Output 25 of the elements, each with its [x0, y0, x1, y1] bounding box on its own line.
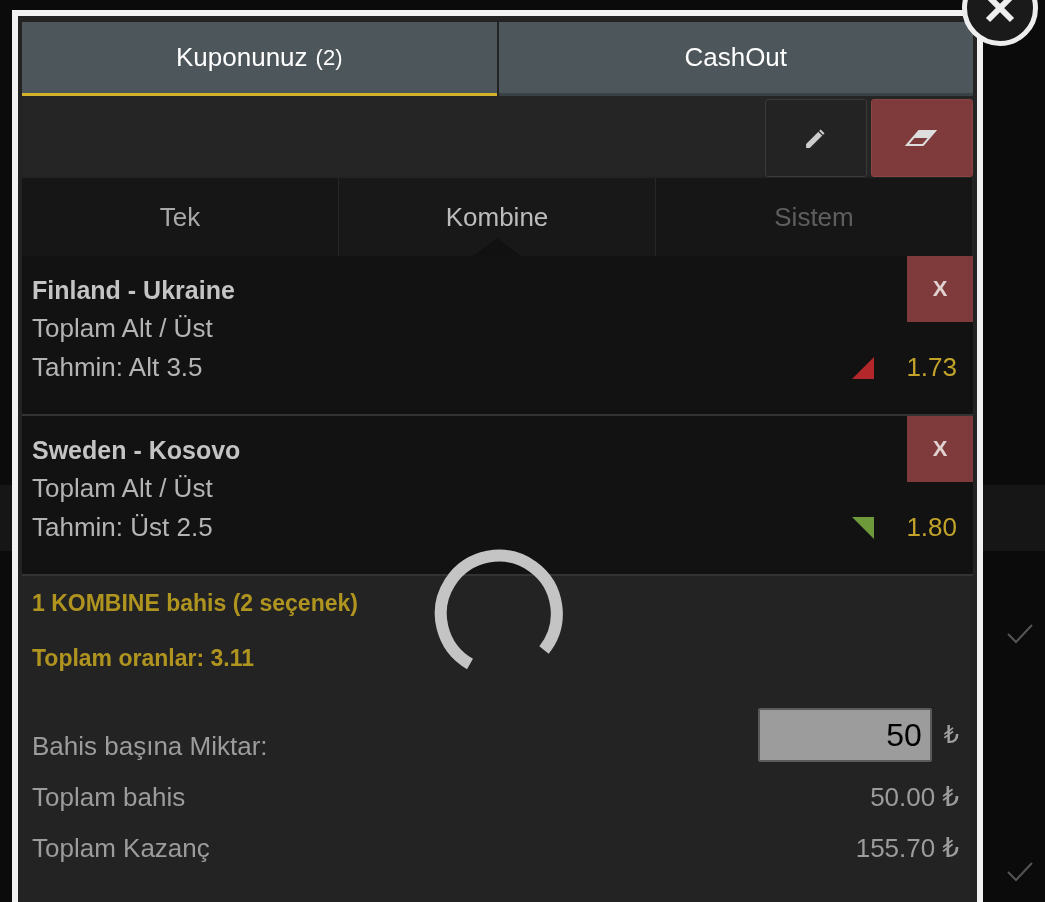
coupon-tab[interactable]: CashOut — [498, 22, 973, 96]
check-icon — [1005, 860, 1035, 884]
stake-input[interactable]: 50 — [757, 708, 932, 762]
market-name: Toplam Alt / Üst — [32, 313, 213, 344]
remove-button[interactable]: X — [907, 256, 973, 322]
total-odds: Toplam oranlar: 3.11 — [32, 645, 254, 672]
bet-summary: 1 KOMBINE bahis (2 seçenek) — [32, 590, 358, 617]
summary-label: Toplam Kazanç — [32, 833, 210, 864]
summary-value: 50.00 ₺ — [870, 782, 959, 813]
currency-symbol: ₺ — [943, 721, 959, 749]
stake-label: Bahis başına Miktar: — [32, 731, 268, 762]
remove-button[interactable]: X — [907, 416, 973, 482]
eraser-icon — [905, 127, 939, 149]
check-icon — [1005, 622, 1035, 646]
prediction-text: Tahmin: Alt 3.5 — [32, 352, 203, 383]
summary-label: Toplam bahis — [32, 782, 186, 813]
match-name: Finland - Ukraine — [32, 276, 235, 305]
coupon-tab[interactable]: Kuponunuz (2) — [22, 22, 497, 96]
odds-value: 1.80 — [906, 512, 957, 543]
clear-button[interactable] — [871, 99, 973, 177]
match-name: Sweden - Kosovo — [32, 436, 241, 465]
odds-value: 1.73 — [906, 352, 957, 383]
prediction-text: Tahmin: Üst 2.5 — [32, 512, 213, 543]
summary-value: 155.70 ₺ — [855, 833, 959, 864]
market-name: Toplam Alt / Üst — [32, 473, 213, 504]
